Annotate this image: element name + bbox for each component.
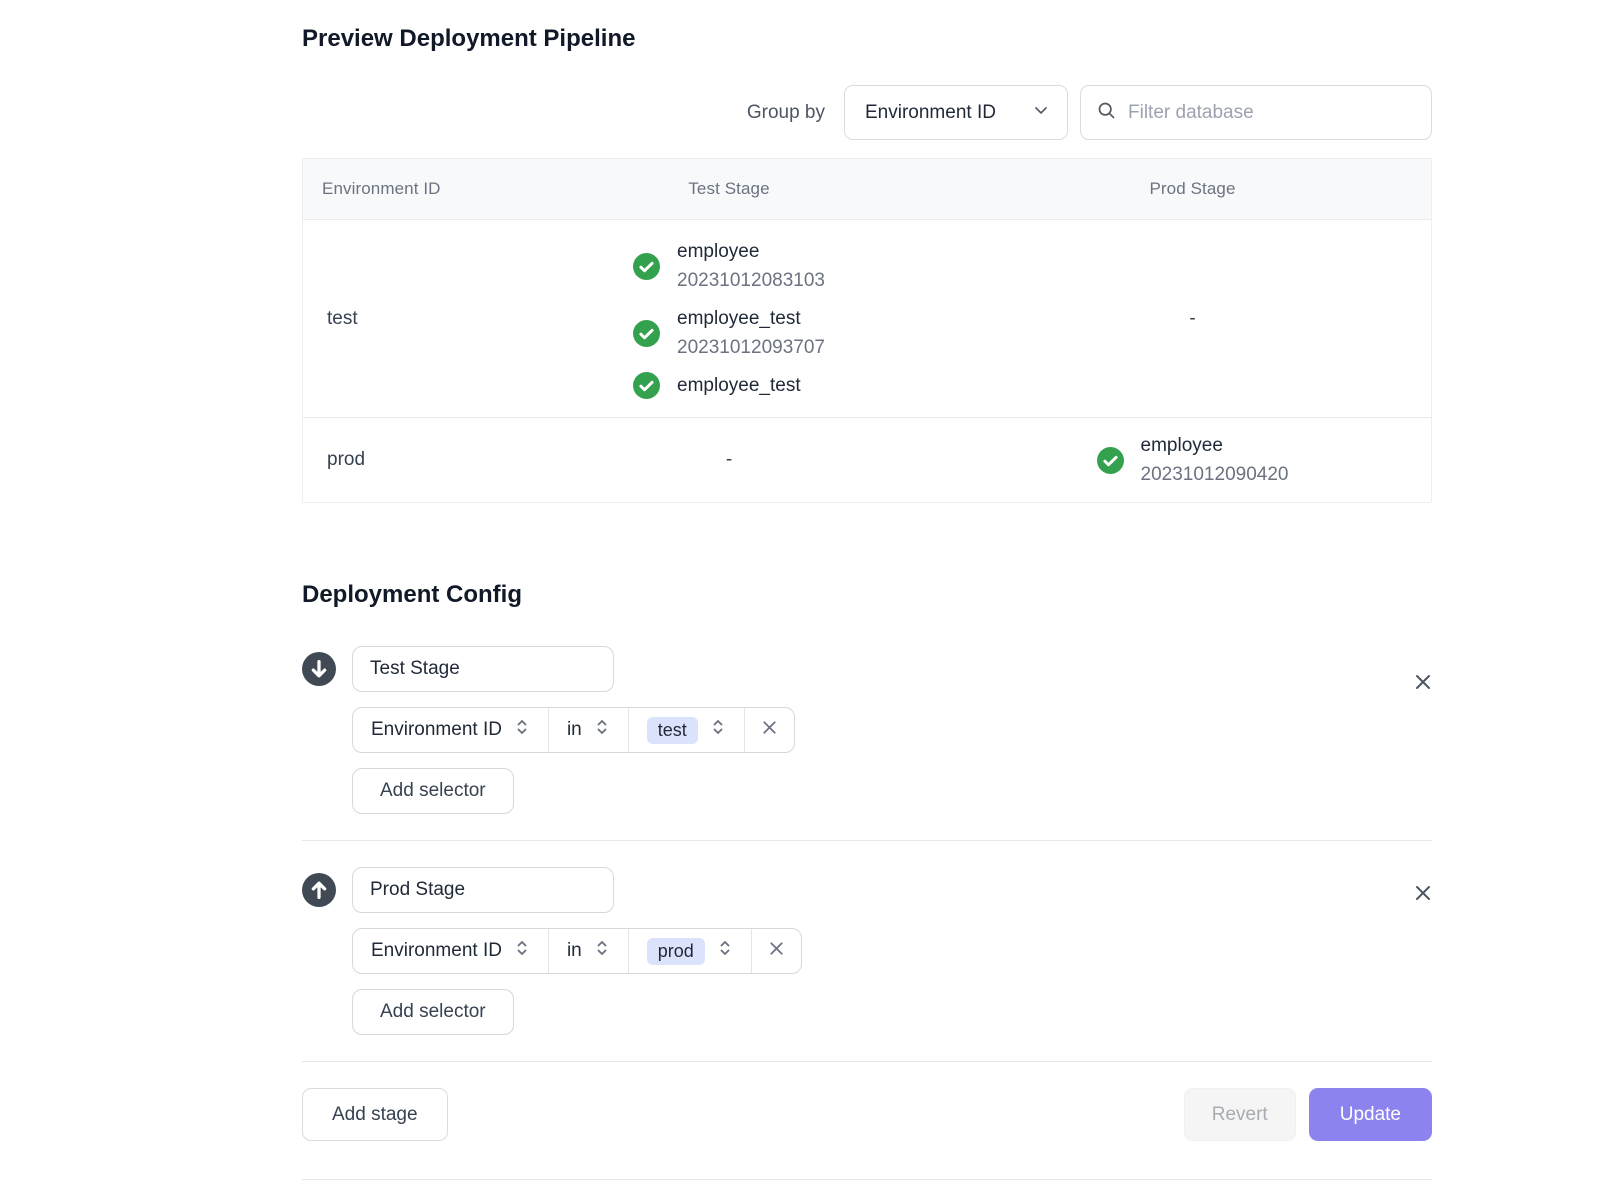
close-icon	[759, 717, 780, 744]
bottom-divider	[302, 1179, 1432, 1180]
prod-stage-cell: employee 20231012090420	[954, 418, 1431, 502]
updown-chevron-icon	[514, 715, 530, 745]
group-by-label: Group by	[747, 102, 825, 124]
selector-rule: Environment ID in test	[352, 707, 795, 753]
pipeline-table-header: Environment ID Test Stage Prod Stage	[303, 159, 1431, 219]
environment-cell: test	[303, 220, 504, 417]
prod-stage-cell-empty: -	[954, 220, 1431, 417]
updown-chevron-icon	[514, 936, 530, 966]
selector-value-select[interactable]: test	[629, 708, 745, 752]
stage-name-input[interactable]	[352, 646, 614, 692]
remove-selector-button[interactable]	[752, 929, 801, 973]
search-icon	[1096, 100, 1117, 126]
group-by-dropdown[interactable]: Environment ID	[844, 85, 1068, 140]
database-name: employee_test	[677, 371, 801, 400]
database-name: employee_test	[677, 304, 825, 333]
pipeline-controls: Group by Environment ID	[302, 85, 1432, 140]
updown-chevron-icon	[717, 936, 733, 966]
test-stage-cell-empty: -	[504, 418, 954, 502]
selector-key-select[interactable]: Environment ID	[353, 929, 549, 973]
database-version: 20231012093707	[677, 333, 825, 362]
arrow-up-circle-icon	[302, 873, 336, 907]
group-by-dropdown-value: Environment ID	[865, 102, 996, 124]
close-icon	[766, 938, 787, 965]
add-selector-button[interactable]: Add selector	[352, 989, 514, 1035]
selector-value-select[interactable]: prod	[629, 929, 752, 973]
chevron-down-icon	[1031, 100, 1051, 126]
column-header-prod-stage: Prod Stage	[954, 159, 1431, 219]
selector-key-select[interactable]: Environment ID	[353, 708, 549, 752]
updown-chevron-icon	[594, 715, 610, 745]
success-check-icon	[1097, 447, 1124, 474]
stage-section-prod: Environment ID in prod Add selector	[302, 867, 1432, 1062]
selector-operator-select[interactable]: in	[549, 708, 629, 752]
add-selector-button[interactable]: Add selector	[352, 768, 514, 814]
updown-chevron-icon	[594, 936, 610, 966]
filter-database-box	[1080, 85, 1432, 140]
selector-rule: Environment ID in prod	[352, 928, 802, 974]
filter-database-input[interactable]	[1128, 102, 1416, 124]
remove-selector-button[interactable]	[745, 708, 794, 752]
main-content: Preview Deployment Pipeline Group by Env…	[302, 0, 1432, 1180]
stage-divider	[302, 840, 1432, 841]
stage-section-test: Environment ID in test Add selector	[302, 646, 1432, 841]
revert-button[interactable]: Revert	[1184, 1088, 1296, 1141]
table-row-prod: prod - employee 20231012090420	[303, 417, 1431, 502]
close-icon	[1411, 881, 1435, 908]
selector-value-tag: prod	[647, 938, 705, 965]
deployment-config-title: Deployment Config	[302, 580, 1432, 610]
selector-operator-select[interactable]: in	[549, 929, 629, 973]
page-title: Preview Deployment Pipeline	[302, 0, 1432, 54]
updown-chevron-icon	[710, 715, 726, 745]
config-actions: Add stage Revert Update	[302, 1088, 1432, 1141]
column-header-test-stage: Test Stage	[504, 159, 954, 219]
column-header-environment-id: Environment ID	[303, 159, 504, 219]
database-item: employee_test	[633, 371, 801, 400]
add-stage-button[interactable]: Add stage	[302, 1088, 448, 1141]
database-name: employee	[677, 237, 825, 266]
selector-value-tag: test	[647, 717, 698, 744]
database-item: employee_test 20231012093707	[633, 304, 825, 362]
stage-name-input[interactable]	[352, 867, 614, 913]
database-item: employee 20231012090420	[1097, 431, 1289, 489]
remove-stage-button[interactable]	[1408, 879, 1438, 909]
database-version: 20231012090420	[1141, 460, 1289, 489]
success-check-icon	[633, 320, 660, 347]
arrow-down-circle-icon	[302, 652, 336, 686]
environment-cell: prod	[303, 418, 504, 502]
update-button[interactable]: Update	[1309, 1088, 1432, 1141]
database-item: employee 20231012083103	[633, 237, 825, 295]
remove-stage-button[interactable]	[1408, 668, 1438, 698]
pipeline-table: Environment ID Test Stage Prod Stage tes…	[302, 158, 1432, 503]
database-name: employee	[1141, 431, 1289, 460]
success-check-icon	[633, 253, 660, 280]
database-version: 20231012083103	[677, 266, 825, 295]
close-icon	[1411, 670, 1435, 697]
success-check-icon	[633, 372, 660, 399]
test-stage-cell: employee 20231012083103 employee_test 20…	[504, 220, 954, 417]
table-row-test: test employee 20231012083103 employee_te…	[303, 219, 1431, 417]
stage-divider	[302, 1061, 1432, 1062]
